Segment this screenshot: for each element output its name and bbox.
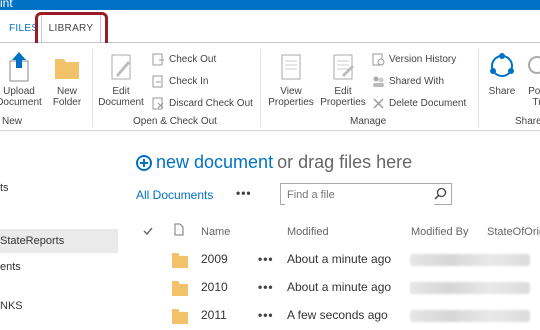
ribbon: Upload Document New Folder Edit Document… (0, 43, 540, 131)
check-out-icon (152, 53, 164, 66)
row-modified-by-redacted (410, 310, 530, 322)
column-header-name[interactable]: Name (201, 226, 230, 238)
group-label-share: Share (515, 116, 540, 127)
ribbon-separator (260, 49, 261, 127)
version-history-label: Version History (389, 53, 457, 65)
row-name[interactable]: 2010 (201, 280, 228, 294)
share-button[interactable]: Share (484, 51, 520, 97)
check-out-button[interactable]: Check Out (152, 53, 216, 66)
group-label-open-checkout: Open & Check Out (133, 116, 217, 127)
search-input[interactable] (285, 185, 434, 205)
popularity-label-2: Tr (532, 97, 540, 108)
document-type-icon (174, 223, 184, 236)
quick-launch-label: StateReports (0, 235, 65, 247)
new-folder-label-1: New (56, 86, 77, 97)
check-out-label: Check Out (169, 53, 217, 65)
upload-label-2: Document (0, 97, 42, 108)
column-header-modified-by[interactable]: Modified By (411, 226, 468, 238)
view-properties-icon (281, 54, 301, 80)
row-modified: About a minute ago (287, 252, 392, 266)
row-name[interactable]: 2011 (201, 308, 227, 322)
suite-bar: int (0, 0, 540, 10)
edit-properties-icon (333, 54, 354, 80)
share-label: Share (488, 86, 516, 97)
find-file-search[interactable] (280, 183, 452, 205)
more-views-icon[interactable]: ••• (236, 186, 252, 200)
quick-launch-item[interactable]: ts (0, 182, 9, 194)
row-modified-by-redacted (410, 282, 530, 294)
upload-label-1: Upload (3, 86, 35, 97)
delete-document-button[interactable]: Delete Document (372, 97, 466, 110)
delete-document-label: Delete Document (389, 97, 467, 109)
discard-check-out-button[interactable]: Discard Check Out (152, 97, 253, 110)
row-modified: A few seconds ago (287, 308, 388, 322)
ribbon-separator (478, 49, 479, 127)
column-header-state[interactable]: StateOfOrig (487, 226, 540, 238)
view-properties-label-1: View (280, 86, 302, 97)
discard-check-out-label: Discard Check Out (169, 97, 253, 109)
new-document-bar: new document or drag files here (136, 152, 412, 173)
version-history-button[interactable]: Version History (372, 53, 456, 66)
row-menu-icon[interactable]: ••• (258, 252, 274, 266)
edit-properties-button[interactable]: Edit Properties (316, 51, 370, 108)
row-name[interactable]: 2009 (201, 252, 228, 266)
add-circle-icon[interactable] (136, 154, 152, 171)
view-all-documents[interactable]: All Documents (136, 188, 213, 202)
delete-icon (373, 98, 384, 109)
site-title: int (0, 0, 13, 10)
group-label-manage: Manage (350, 116, 387, 127)
row-modified: About a minute ago (287, 280, 392, 294)
check-in-icon (152, 75, 163, 88)
edit-document-label-2: Document (98, 97, 144, 108)
check-in-button[interactable]: Check In (152, 75, 208, 88)
popularity-trends-button[interactable]: Pop Tr (522, 51, 540, 108)
discard-check-out-icon (152, 97, 164, 110)
folder-icon (55, 59, 79, 79)
folder-icon (172, 253, 188, 268)
edit-document-icon (111, 54, 131, 80)
edit-document-button[interactable]: Edit Document (96, 51, 146, 108)
group-label-new: New (2, 116, 23, 127)
edit-document-label-1: Edit (112, 86, 130, 97)
new-document-link[interactable]: new document (156, 152, 273, 173)
shared-with-label: Shared With (389, 75, 445, 87)
new-folder-button[interactable]: New Folder (44, 51, 90, 108)
shared-with-button[interactable]: Shared With (372, 75, 444, 88)
upload-document-button[interactable]: Upload Document (0, 51, 44, 108)
ribbon-separator (92, 49, 93, 127)
shared-with-icon (373, 76, 384, 87)
upload-icon (9, 52, 29, 82)
edit-properties-label-2: Properties (320, 97, 366, 108)
search-icon[interactable] (434, 187, 447, 200)
new-folder-label-2: Folder (52, 97, 82, 108)
row-modified-by-redacted (410, 254, 530, 266)
table-row[interactable]: 2010 ••• About a minute ago (0, 276, 540, 302)
popularity-label-1: Pop (528, 86, 540, 97)
share-icon (490, 53, 514, 77)
tab-files[interactable]: FILES (9, 23, 38, 35)
table-row[interactable]: 2011 ••• A few seconds ago (0, 304, 540, 330)
view-properties-label-2: Properties (268, 97, 314, 108)
view-properties-button[interactable]: View Properties (264, 51, 318, 108)
version-history-icon (372, 53, 385, 66)
folder-icon (172, 281, 188, 296)
edit-properties-label-1: Edit (334, 86, 352, 97)
column-header-modified[interactable]: Modified (287, 226, 329, 238)
select-all-checkmark-icon[interactable] (143, 226, 153, 236)
row-menu-icon[interactable]: ••• (258, 280, 274, 294)
check-in-label: Check In (169, 75, 209, 87)
popularity-trends-icon (528, 56, 540, 74)
table-row[interactable]: 2009 ••• About a minute ago (0, 248, 540, 274)
folder-icon (172, 309, 188, 324)
row-menu-icon[interactable]: ••• (258, 308, 274, 322)
drag-files-text: or drag files here (277, 152, 413, 172)
